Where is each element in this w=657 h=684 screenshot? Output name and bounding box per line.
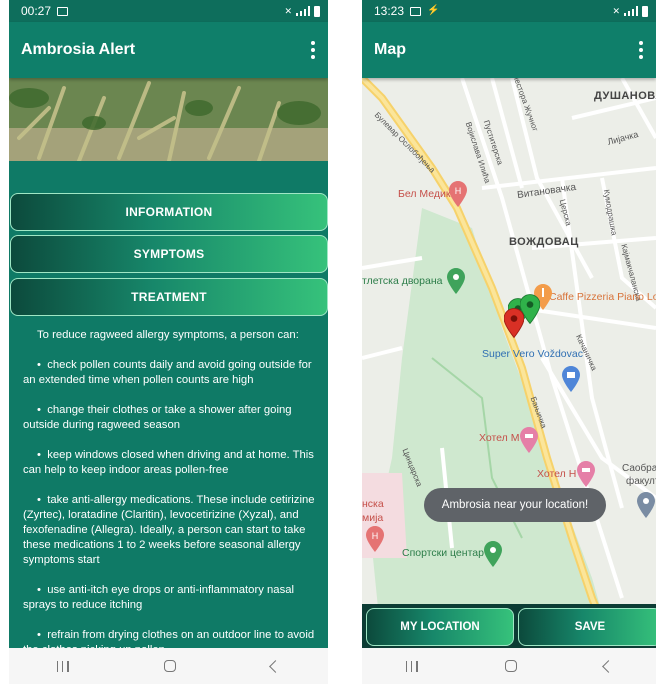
treatment-intro: To reduce ragweed allergy symptoms, a pe… [37,329,299,341]
bullet-item: • check pollen counts daily and avoid go… [23,359,312,386]
app-title: Map [374,41,406,58]
save-button[interactable]: SAVE [518,608,656,646]
map-label-hotel-m: Хотел М [479,432,520,444]
medical-poi-icon[interactable]: H [366,526,384,552]
symptoms-button[interactable]: SYMPTOMS [10,235,328,273]
map-view[interactable]: ДУШАНОВАЦ Витановачка Лијачка Нестора Жу… [362,78,656,648]
information-button[interactable]: INFORMATION [10,193,328,231]
battery-icon [314,5,320,17]
status-time: 00:27 [21,4,52,18]
medical-poi-icon[interactable]: H [449,181,467,207]
overflow-menu-icon[interactable] [638,41,644,59]
recent-apps-icon[interactable] [405,660,418,672]
signal-icon [624,6,638,16]
map-label-left-edge: мија [362,512,384,524]
svg-text:H: H [372,531,379,541]
map-screen: 13:23 ⚡ ✕ Map ДУШАНОВ Витановачка Лијачк… [362,0,656,684]
treatment-text: To reduce ragweed allergy symptoms, a pe… [23,328,318,673]
bullet-item: • use anti-itch eye drops or anti-inflam… [23,584,295,611]
map-label-hotel-h: Хотел Н [537,468,577,480]
map-label-fakultet: факулт [626,476,656,487]
sports-poi-icon[interactable] [484,541,502,567]
lightning-icon: ⚡ [427,5,440,16]
overflow-menu-icon[interactable] [310,41,316,59]
status-time: 13:23 [374,4,405,18]
ragweed-photo [9,78,328,161]
home-icon[interactable] [163,660,176,672]
sports-poi-icon[interactable] [447,268,465,294]
shopping-poi-icon[interactable] [562,366,580,392]
bullet-item: • take anti-allergy medications. These i… [23,494,315,566]
bullet-item: • keep windows closed when driving and a… [23,449,314,476]
app-title: Ambrosia Alert [21,41,136,58]
hotel-poi-icon[interactable] [520,427,538,453]
home-icon[interactable] [504,660,517,672]
gallery-notification-icon [57,6,69,16]
app-bar: Ambrosia Alert [9,22,328,78]
ambrosia-alert-screen: 00:27 ✕ Ambrosia Alert INFORMATION SYMPT… [9,0,328,684]
map-label-left-edge: нска [362,498,384,510]
map-action-bar: MY LOCATION SAVE [362,604,656,648]
status-bar: 00:27 ✕ [9,0,328,22]
map-label-sportski: Спортски центар [402,547,484,559]
system-nav-bar [9,648,328,684]
map-label-super-vero: Super Vero Voždovac [482,348,583,360]
system-nav-bar [362,648,656,684]
treatment-button[interactable]: TREATMENT [10,278,328,316]
bullet-item: • change their clothes or take a shower … [23,404,292,431]
battery-icon [642,5,648,17]
svg-text:H: H [455,186,462,196]
school-poi-icon[interactable] [637,492,655,518]
signal-icon [296,6,310,16]
recent-apps-icon[interactable] [56,660,69,672]
map-label-district-top: ДУШАНОВАЦ [594,90,656,102]
map-label-dvorana: тлетска дворана [362,275,443,287]
map-tiles [362,78,656,648]
mute-icon: ✕ [612,5,620,16]
mute-icon: ✕ [284,5,292,16]
back-icon[interactable] [269,659,283,673]
map-label-bel-medik: Бел Медик [398,188,451,200]
app-bar: Map [362,22,656,78]
my-location-button[interactable]: MY LOCATION [366,608,514,646]
back-icon[interactable] [601,659,615,673]
map-label-caffe: Caffe Pizzeria Piano Loc [549,291,656,303]
current-location-marker-red-icon[interactable] [504,308,524,338]
ambrosia-toast: Ambrosia near your location! [424,488,606,522]
hotel-poi-icon[interactable] [577,461,595,487]
ragweed-photo-art [9,78,328,161]
status-bar: 13:23 ⚡ ✕ [362,0,656,22]
map-label-district-mid: ВОЖДОВАЦ [509,236,579,248]
map-label-saobracajni: Саобраћ [622,463,656,474]
gallery-notification-icon [410,6,422,16]
